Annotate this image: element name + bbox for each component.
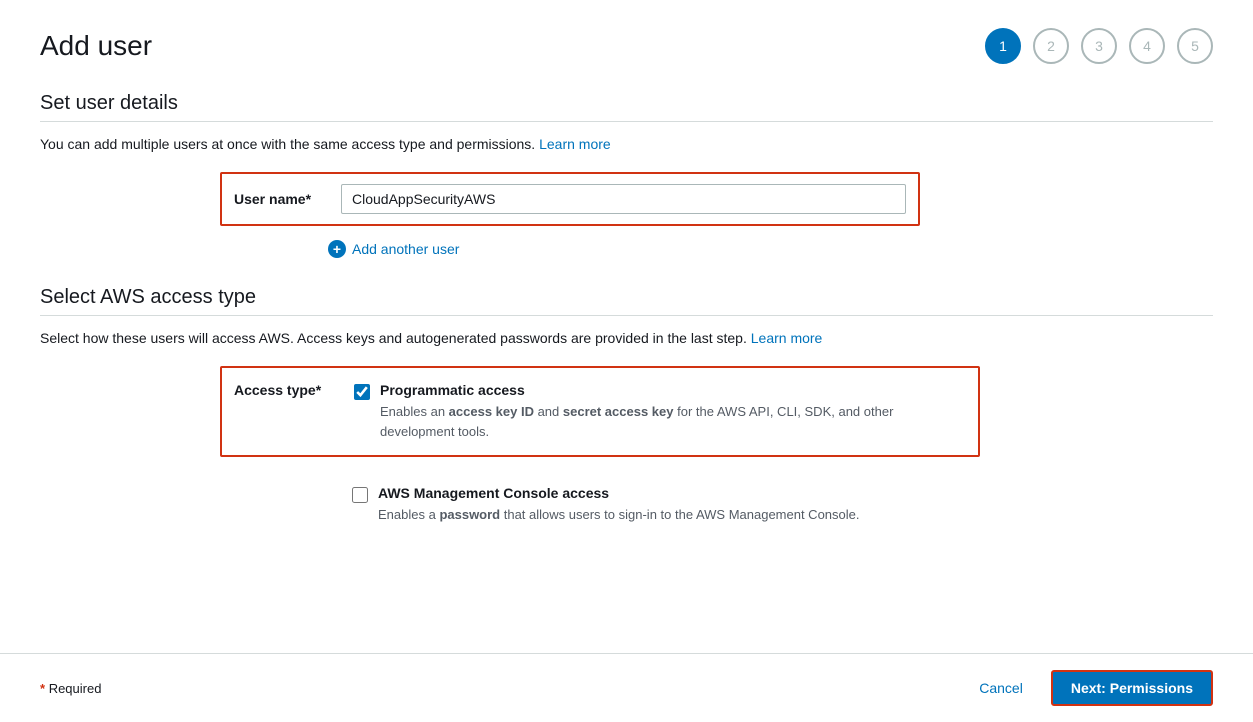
user-name-box: User name*	[220, 172, 920, 226]
programmatic-access-option: Programmatic access Enables an access ke…	[380, 382, 962, 441]
programmatic-access-desc: Enables an access key ID and secret acce…	[380, 402, 962, 441]
add-another-user-link[interactable]: + Add another user	[328, 240, 459, 258]
cancel-button[interactable]: Cancel	[963, 672, 1039, 704]
add-another-user-label: Add another user	[352, 241, 459, 257]
set-user-details-description: You can add multiple users at once with …	[40, 136, 1213, 152]
programmatic-access-checkbox[interactable]	[354, 384, 370, 400]
plus-circle-icon: +	[328, 240, 346, 258]
access-type-content: Access type* Programmatic access Enables…	[40, 366, 1213, 539]
required-star: *	[40, 681, 45, 696]
step-2: 2	[1033, 28, 1069, 64]
console-access-desc: Enables a password that allows users to …	[378, 505, 860, 525]
step-4: 4	[1129, 28, 1165, 64]
console-access-option: AWS Management Console access Enables a …	[378, 485, 860, 525]
console-access-checkbox[interactable]	[352, 487, 368, 503]
programmatic-access-checkbox-col	[354, 382, 370, 400]
step-indicators: 1 2 3 4 5	[985, 28, 1213, 64]
console-access-row: AWS Management Console access Enables a …	[220, 471, 980, 539]
access-type-description: Select how these users will access AWS. …	[40, 330, 1213, 346]
set-user-details-title: Set user details	[40, 92, 1213, 115]
user-details-learn-more-link[interactable]: Learn more	[539, 136, 611, 152]
next-permissions-button[interactable]: Next: Permissions	[1051, 670, 1213, 706]
programmatic-access-title: Programmatic access	[380, 382, 962, 398]
console-access-spacer	[232, 485, 342, 501]
step-3: 3	[1081, 28, 1117, 64]
page-title: Add user	[40, 30, 152, 62]
required-note: * Required	[40, 681, 101, 696]
user-name-label: User name*	[234, 191, 329, 207]
page-header: Add user 1 2 3 4 5	[40, 28, 1213, 64]
user-name-section: User name* + Add another user	[40, 172, 1213, 258]
access-type-section: Select AWS access type Select how these …	[40, 286, 1213, 539]
step-1: 1	[985, 28, 1021, 64]
footer-buttons: Cancel Next: Permissions	[963, 670, 1213, 706]
footer: * Required Cancel Next: Permissions	[0, 653, 1253, 722]
console-access-checkbox-col	[352, 485, 368, 503]
programmatic-access-box: Access type* Programmatic access Enables…	[220, 366, 980, 457]
section-divider-2	[40, 315, 1213, 316]
access-type-title: Select AWS access type	[40, 286, 1213, 309]
section-divider-1	[40, 121, 1213, 122]
console-access-title: AWS Management Console access	[378, 485, 860, 501]
access-type-label: Access type*	[234, 382, 344, 398]
programmatic-access-row: Access type* Programmatic access Enables…	[234, 382, 962, 441]
user-name-input[interactable]	[341, 184, 906, 214]
set-user-details-section: Set user details You can add multiple us…	[40, 92, 1213, 258]
step-5: 5	[1177, 28, 1213, 64]
access-type-learn-more-link[interactable]: Learn more	[751, 330, 823, 346]
